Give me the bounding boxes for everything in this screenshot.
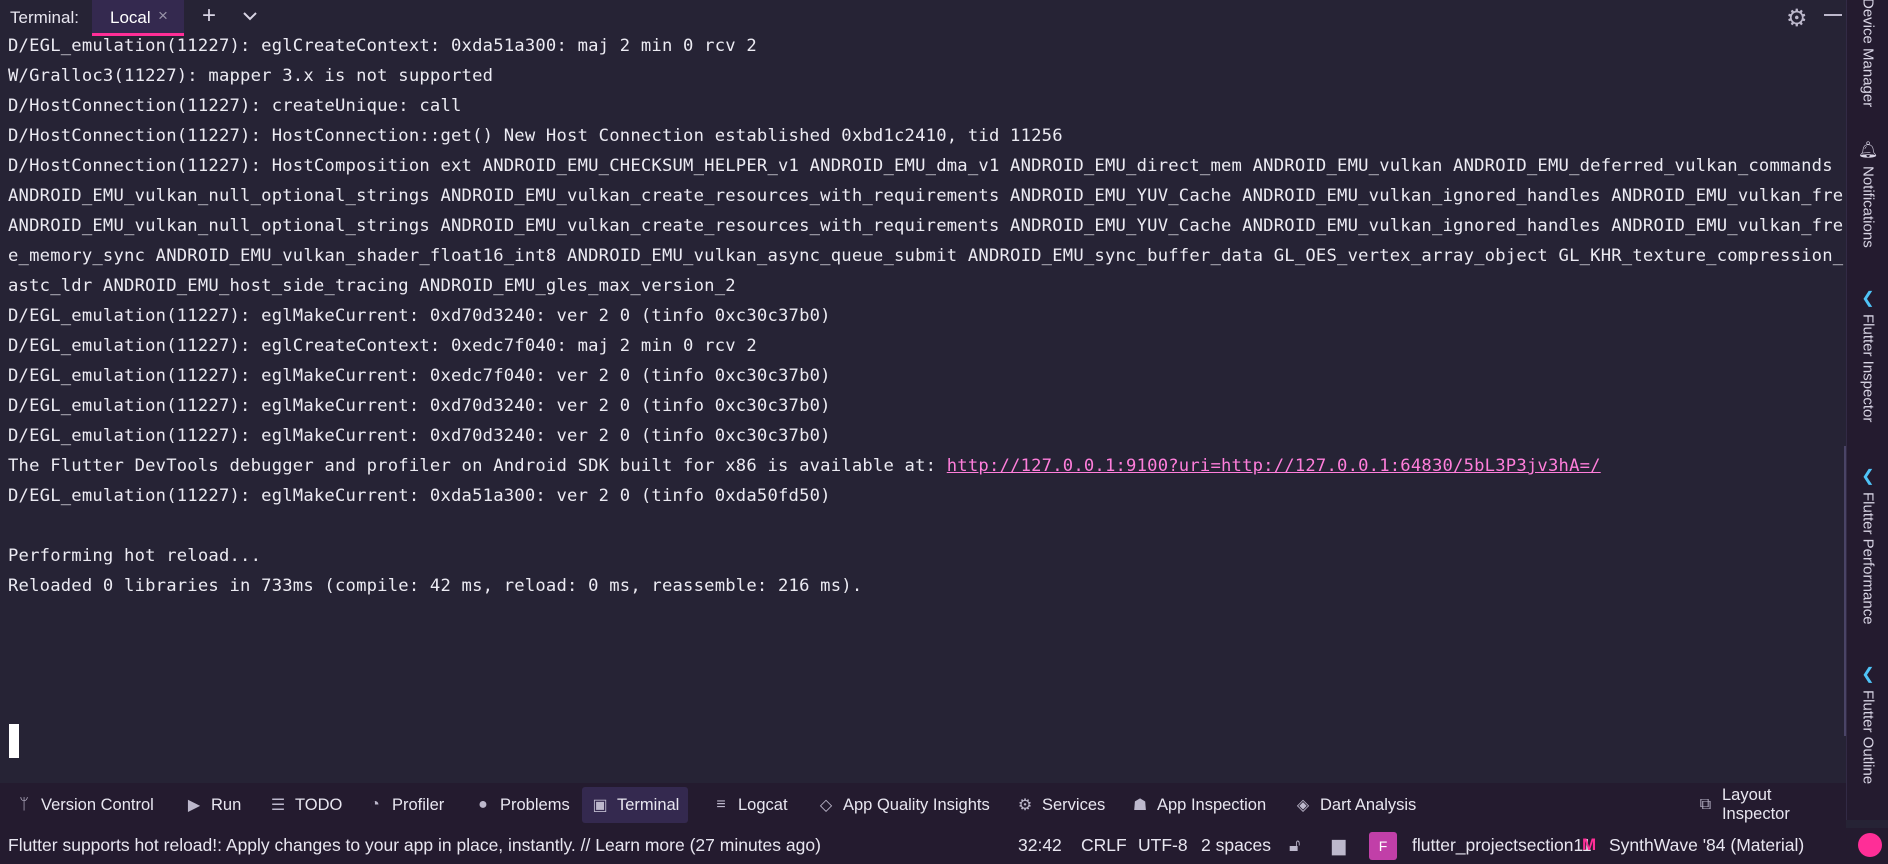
devtools-text: The Flutter DevTools debugger and profil… (8, 456, 947, 476)
tab-local-label: Local (110, 8, 151, 27)
tool-window-bar: ᛘ Version Control ▶ Run ☰ TODO ◔ Profile… (0, 783, 1846, 828)
minimize-icon[interactable] (1824, 14, 1842, 16)
right-sidebar: Device Manager 🔔︎ Notifications ❮ Flutte… (1846, 0, 1888, 820)
branch-icon: ᛘ (19, 796, 29, 813)
terminal-line: ANDROID_EMU_vulkan_null_optional_strings… (8, 216, 1844, 236)
tool-label: Dart Analysis (1320, 795, 1417, 814)
comment-icon[interactable]: ▆ (1332, 835, 1345, 856)
warning-icon: ● (478, 796, 488, 813)
sidebar-item-device-manager[interactable]: Device Manager (1847, 0, 1888, 107)
tool-label: Services (1042, 795, 1106, 814)
tool-logcat[interactable]: ≡ Logcat (703, 787, 797, 823)
tool-profiler[interactable]: ◔ Profiler (357, 787, 453, 823)
terminal-line: D/EGL_emulation(11227): eglCreateContext… (8, 36, 757, 56)
tool-problems[interactable]: ● Problems (465, 787, 579, 823)
reloaded-line: Reloaded 0 libraries in 733ms (compile: … (8, 576, 863, 596)
terminal-icon: ▣ (592, 797, 608, 814)
indent-setting[interactable]: 2 spaces (1201, 835, 1271, 856)
sidebar-item-label: Flutter Performance (1859, 492, 1877, 625)
terminal-line: D/EGL_emulation(11227): eglMakeCurrent: … (8, 306, 831, 326)
sidebar-item-label: Flutter Outline (1859, 690, 1877, 784)
tool-app-quality-insights[interactable]: ◇ App Quality Insights (808, 787, 999, 823)
list-icon: ☰ (270, 797, 286, 814)
sidebar-item-flutter-inspector[interactable]: ❮ Flutter Inspector (1847, 288, 1888, 422)
tool-label: Version Control (41, 795, 154, 814)
tab-local[interactable]: Local × (92, 0, 184, 36)
tool-label: Profiler (392, 795, 445, 814)
sidebar-item-notifications[interactable]: 🔔︎ Notifications (1847, 140, 1888, 248)
tool-label: Layout Inspector (1721, 786, 1790, 823)
flutter-icon: ❮ (1861, 290, 1875, 307)
tool-dart-analysis[interactable]: ◈ Dart Analysis (1285, 787, 1425, 823)
tool-label: Run (211, 795, 242, 814)
gear-icon[interactable]: ⚙ (1786, 4, 1808, 33)
tool-app-inspection[interactable]: ☗ App Inspection (1122, 787, 1275, 823)
inspection-icon: ☗ (1132, 797, 1148, 814)
terminal-line: D/EGL_emulation(11227): eglMakeCurrent: … (8, 396, 831, 416)
terminal-tab-bar: Terminal: Local × + ⚙ (0, 0, 1846, 36)
terminal-cursor (9, 724, 19, 758)
devtools-link[interactable]: http://127.0.0.1:9100?uri=http://127.0.0… (947, 456, 1601, 476)
devtools-line: The Flutter DevTools debugger and profil… (8, 456, 1601, 476)
tool-label: Terminal (617, 795, 680, 814)
chevron-down-icon[interactable] (241, 7, 259, 30)
services-icon: ⚙ (1017, 797, 1033, 814)
flutter-icon: ❮ (1861, 666, 1875, 683)
file-encoding[interactable]: UTF-8 (1138, 835, 1188, 856)
tool-version-control[interactable]: ᛘ Version Control (6, 787, 163, 823)
theme-name[interactable]: SynthWave '84 (Material) (1609, 835, 1804, 856)
terminal-line: D/EGL_emulation(11227): eglMakeCurrent: … (8, 486, 831, 506)
logcat-icon: ≡ (716, 796, 726, 813)
terminal-line: D/HostConnection(11227): HostComposition… (8, 156, 1833, 176)
sidebar-item-label: Notifications (1859, 166, 1877, 248)
tool-label: App Quality Insights (843, 795, 990, 814)
bell-icon: 🔔︎ (1857, 142, 1879, 159)
terminal-line: astc_ldr ANDROID_EMU_host_side_tracing A… (8, 276, 736, 296)
hot-reload-line: Performing hot reload... (8, 546, 262, 566)
project-name[interactable]: flutter_projectsection11 (1412, 835, 1592, 856)
terminal-line: D/EGL_emulation(11227): eglCreateContext… (8, 336, 757, 356)
sidebar-item-flutter-outline[interactable]: ❮ Flutter Outline (1847, 664, 1888, 784)
terminal-output[interactable]: D/EGL_emulation(11227): eglCreateContext… (0, 36, 1846, 780)
flutter-icon: ❮ (1861, 468, 1875, 485)
terminal-line: W/Gralloc3(11227): mapper 3.x is not sup… (8, 66, 494, 86)
tool-terminal[interactable]: ▣ Terminal (582, 787, 689, 823)
gauge-icon: ◔ (370, 796, 380, 813)
tool-layout-inspector[interactable]: ⧉ Layout Inspector (1688, 786, 1846, 823)
tool-label: App Inspection (1157, 795, 1267, 814)
tool-label: Problems (500, 795, 570, 814)
project-badge: F (1369, 832, 1397, 860)
close-icon[interactable]: × (158, 6, 168, 26)
terminal-line: D/HostConnection(11227): createUnique: c… (8, 96, 462, 116)
sidebar-item-label: Flutter Inspector (1859, 314, 1877, 423)
status-message[interactable]: Flutter supports hot reload!: Apply chan… (8, 835, 821, 856)
terminal-line: D/EGL_emulation(11227): eglMakeCurrent: … (8, 366, 831, 386)
tool-services[interactable]: ⚙ Services (1007, 787, 1114, 823)
tool-label: TODO (295, 795, 343, 814)
tool-todo[interactable]: ☰ TODO (260, 787, 351, 823)
theme-badge: M (1582, 835, 1597, 854)
tool-label: Logcat (738, 795, 788, 814)
tool-run[interactable]: ▶ Run (176, 787, 250, 823)
play-icon: ▶ (187, 797, 201, 814)
terminal-line: e_memory_sync ANDROID_EMU_vulkan_shader_… (8, 246, 1844, 266)
terminal-line: D/HostConnection(11227): HostConnection:… (8, 126, 1063, 146)
sidebar-item-label: Device Manager (1859, 0, 1877, 108)
terminal-title: Terminal: (10, 8, 79, 27)
sidebar-item-flutter-performance[interactable]: ❮ Flutter Performance (1847, 466, 1888, 625)
terminal-line: ANDROID_EMU_vulkan_null_optional_strings… (8, 186, 1844, 206)
lock-icon[interactable]: 🔓︎ (1289, 835, 1300, 856)
caret-position[interactable]: 32:42 (1018, 835, 1062, 856)
terminal-line: D/EGL_emulation(11227): eglMakeCurrent: … (8, 426, 831, 446)
status-bar: Flutter supports hot reload!: Apply chan… (0, 828, 1888, 864)
dart-icon: ◈ (1296, 797, 1310, 814)
line-separator[interactable]: CRLF (1081, 835, 1127, 856)
diamond-icon: ◇ (819, 797, 833, 814)
plus-icon[interactable]: + (202, 2, 216, 30)
avatar[interactable] (1858, 833, 1882, 857)
layout-inspector-icon: ⧉ (1699, 796, 1712, 813)
